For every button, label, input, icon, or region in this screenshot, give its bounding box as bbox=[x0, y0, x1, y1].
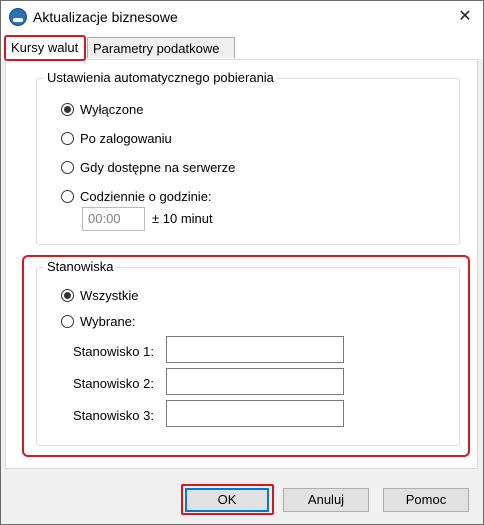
radio-unchecked-icon bbox=[61, 131, 74, 145]
help-button[interactable]: Pomoc bbox=[383, 488, 469, 512]
stanowisko-3-input[interactable] bbox=[166, 400, 344, 427]
radio-checked-icon bbox=[61, 288, 74, 302]
tab-kursy-walut[interactable]: Kursy walut bbox=[4, 35, 86, 61]
radio-label: Wyłączone bbox=[80, 101, 144, 117]
close-icon[interactable]: ✕ bbox=[447, 1, 483, 33]
radio-unchecked-icon bbox=[61, 314, 74, 328]
radio-label: Wszystkie bbox=[80, 287, 139, 303]
radio-label: Wybrane: bbox=[80, 313, 136, 329]
stanowisko-2-label: Stanowisko 2: bbox=[73, 376, 154, 391]
radio-wybrane[interactable]: Wybrane: bbox=[61, 312, 136, 330]
radio-wszystkie[interactable]: Wszystkie bbox=[61, 286, 139, 304]
radio-checked-icon bbox=[61, 102, 74, 116]
tab-strip: Kursy walut Parametry podatkowe bbox=[1, 33, 483, 61]
radio-gdy-dostepne[interactable]: Gdy dostępne na serwerze bbox=[61, 158, 235, 176]
radio-codziennie[interactable]: Codziennie o godzinie: bbox=[61, 187, 212, 205]
dialog-window: Aktualizacje biznesowe ✕ Kursy walut Par… bbox=[0, 0, 484, 525]
window-title: Aktualizacje biznesowe bbox=[33, 9, 178, 25]
radio-unchecked-icon bbox=[61, 160, 74, 174]
stanowisko-3-label: Stanowisko 3: bbox=[73, 408, 154, 423]
title-bar[interactable]: Aktualizacje biznesowe ✕ bbox=[1, 1, 483, 33]
tolerance-label: ± 10 minut bbox=[152, 211, 213, 226]
cancel-button[interactable]: Anuluj bbox=[283, 488, 369, 512]
auto-download-legend: Ustawienia automatycznego pobierania bbox=[44, 70, 277, 85]
radio-label: Gdy dostępne na serwerze bbox=[80, 159, 236, 175]
app-icon bbox=[9, 8, 27, 26]
stanowisko-1-input[interactable] bbox=[166, 336, 344, 363]
ok-button[interactable]: OK bbox=[185, 488, 269, 512]
stanowisko-1-label: Stanowisko 1: bbox=[73, 344, 154, 359]
radio-po-zalogowaniu[interactable]: Po zalogowaniu bbox=[61, 129, 172, 147]
dialog-client-area: Ustawienia automatycznego pobierania Wył… bbox=[1, 59, 483, 524]
tab-page-kursy-walut: Ustawienia automatycznego pobierania Wył… bbox=[5, 59, 478, 469]
tab-parametry-podatkowe[interactable]: Parametry podatkowe bbox=[87, 37, 235, 58]
stanowisko-2-input[interactable] bbox=[166, 368, 344, 395]
radio-label: Codziennie o godzinie: bbox=[80, 188, 212, 204]
radio-unchecked-icon bbox=[61, 189, 74, 203]
time-input[interactable]: 00:00 bbox=[82, 207, 145, 231]
radio-label: Po zalogowaniu bbox=[80, 130, 172, 146]
radio-wylaczone[interactable]: Wyłączone bbox=[61, 100, 143, 118]
